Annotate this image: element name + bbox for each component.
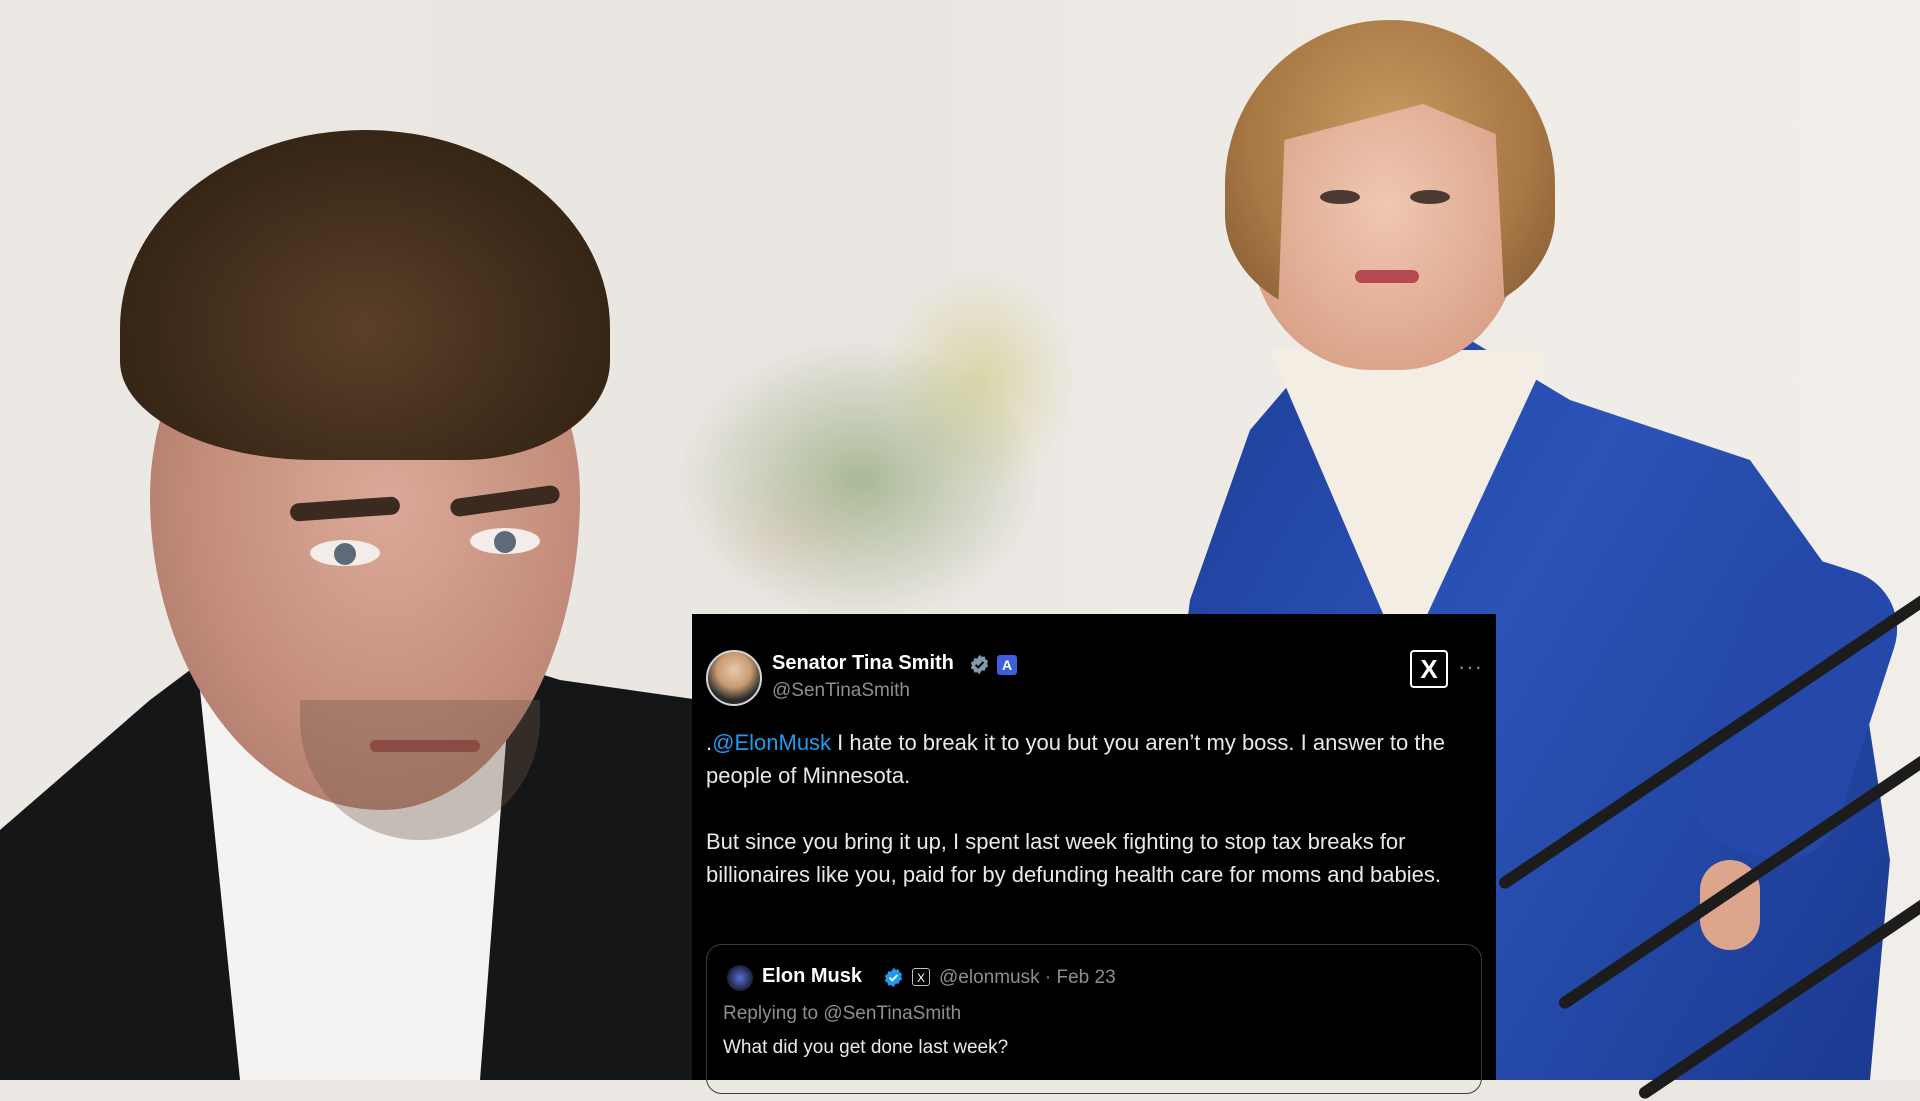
author-name[interactable]: Senator Tina Smith xyxy=(772,652,954,675)
left-portrait-photo xyxy=(0,0,700,1080)
left-eye xyxy=(1320,190,1360,204)
more-icon[interactable]: ··· xyxy=(1458,654,1483,680)
lips xyxy=(1355,270,1419,283)
quoted-text: What did you get done last week? xyxy=(723,1037,1009,1058)
mention-link[interactable]: @ElonMusk xyxy=(712,730,831,755)
quoted-handle-date: @elonmusk · Feb 23 xyxy=(939,967,1116,988)
verified-gray-icon xyxy=(970,654,989,675)
author-avatar[interactable] xyxy=(706,650,762,706)
quoted-author-avatar[interactable] xyxy=(727,965,753,991)
quoted-tweet[interactable]: Elon Musk X @elonmusk · Feb 23 Replying … xyxy=(706,944,1482,1094)
right-eye xyxy=(1410,190,1450,204)
right-eye xyxy=(470,528,540,554)
x-logo-icon: X xyxy=(1410,650,1448,688)
verified-blue-icon xyxy=(884,967,903,988)
mouth xyxy=(370,740,480,752)
x-affiliation-icon: X xyxy=(912,968,930,986)
tweet-paragraph-1: .@ElonMusk I hate to break it to you but… xyxy=(706,726,1476,792)
left-eye xyxy=(310,540,380,566)
hair xyxy=(120,130,610,460)
government-badge-icon: A xyxy=(997,655,1017,675)
tweet-card[interactable]: Senator Tina Smith A @SenTinaSmith X ···… xyxy=(692,614,1496,1094)
quoted-author-name[interactable]: Elon Musk xyxy=(762,965,862,988)
replying-to: Replying to @SenTinaSmith xyxy=(723,1003,962,1024)
author-handle[interactable]: @SenTinaSmith xyxy=(772,680,910,702)
tweet-paragraph-2: But since you bring it up, I spent last … xyxy=(706,829,1441,887)
tweet-text: .@ElonMusk I hate to break it to you but… xyxy=(706,726,1476,924)
